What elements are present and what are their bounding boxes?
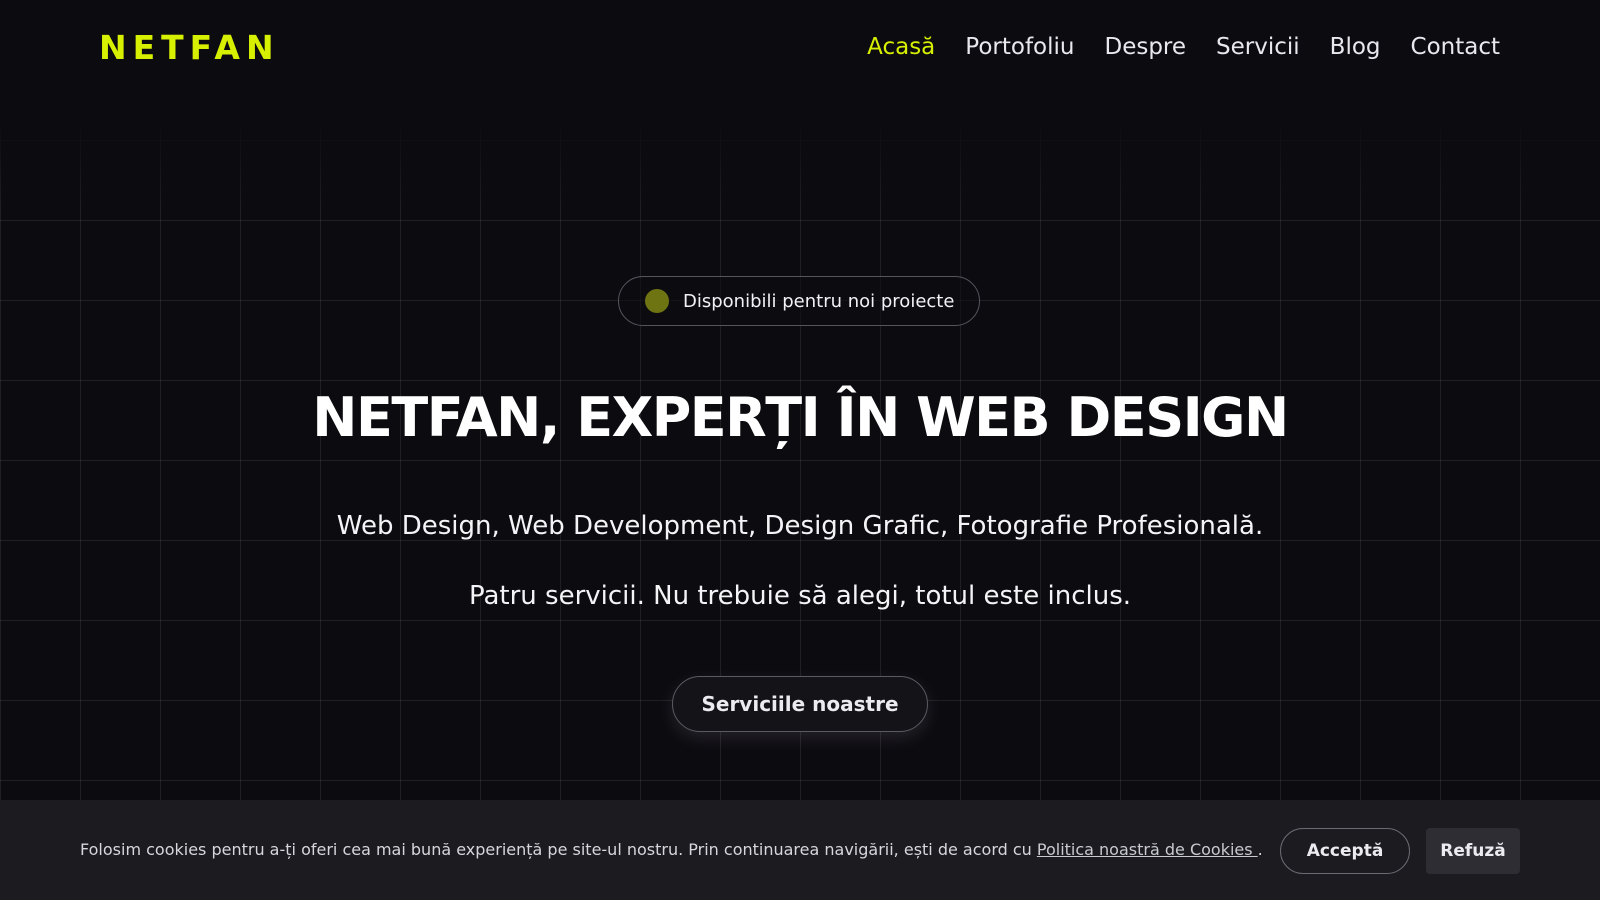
- site-logo[interactable]: NETFAN: [99, 26, 280, 70]
- hero-subtitle: Web Design, Web Development, Design Graf…: [336, 511, 1264, 541]
- availability-badge: Disponibili pentru noi proiecte: [618, 276, 980, 326]
- hero-title: NETFAN, EXPERȚI ÎN WEB DESIGN: [312, 386, 1289, 449]
- nav-item-servicii[interactable]: Servicii: [1216, 30, 1300, 64]
- cookie-message-end: .: [1257, 840, 1263, 859]
- refuse-cookies-button[interactable]: Refuză: [1426, 828, 1520, 874]
- main-nav: Acasă Portofoliu Despre Servicii Blog Co…: [867, 30, 1500, 64]
- accept-cookies-button[interactable]: Acceptă: [1280, 828, 1410, 874]
- cookie-message: Folosim cookies pentru a-ți oferi cea ma…: [80, 838, 1263, 862]
- nav-item-despre[interactable]: Despre: [1104, 30, 1186, 64]
- nav-item-blog[interactable]: Blog: [1330, 30, 1381, 64]
- page: NETFAN Acasă Portofoliu Despre Servicii …: [0, 0, 1600, 900]
- nav-item-portofoliu[interactable]: Portofoliu: [965, 30, 1074, 64]
- status-dot-icon: [645, 289, 669, 313]
- hero-tagline: Patru servicii. Nu trebuie să alegi, tot…: [468, 581, 1132, 611]
- site-header: NETFAN Acasă Portofoliu Despre Servicii …: [0, 0, 1600, 96]
- nav-item-acasa[interactable]: Acasă: [867, 30, 935, 64]
- cookie-policy-link[interactable]: Politica noastră de Cookies: [1037, 840, 1258, 859]
- availability-badge-text: Disponibili pentru noi proiecte: [683, 290, 955, 312]
- cookie-message-text: Folosim cookies pentru a-ți oferi cea ma…: [80, 840, 1037, 859]
- nav-item-contact[interactable]: Contact: [1411, 30, 1500, 64]
- services-cta-button[interactable]: Serviciile noastre: [672, 676, 928, 732]
